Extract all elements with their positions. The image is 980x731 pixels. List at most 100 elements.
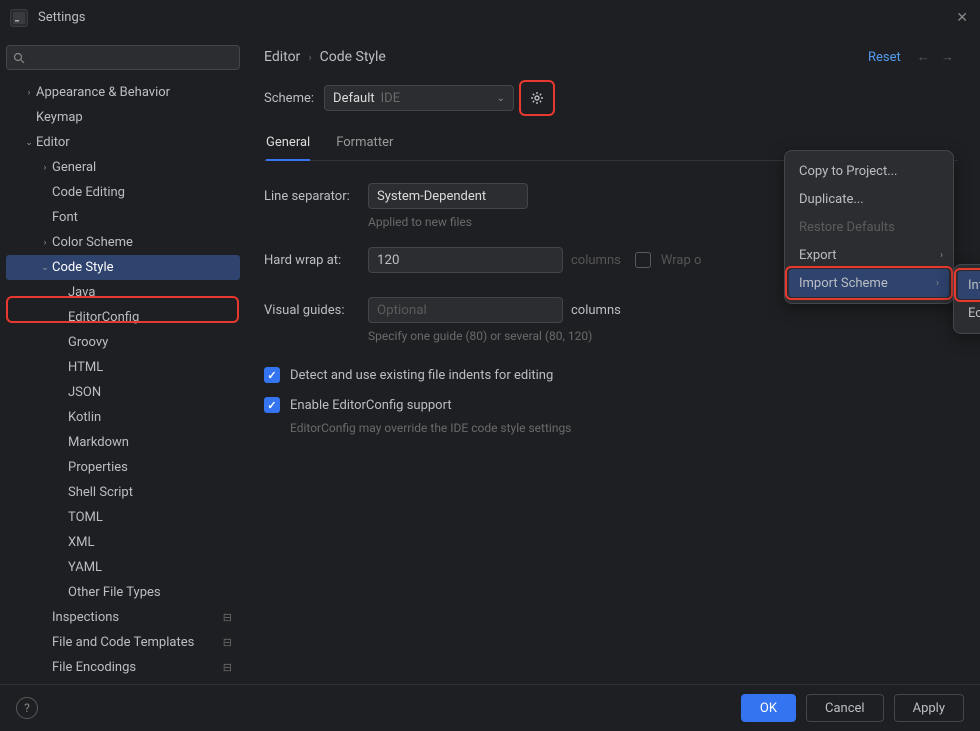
settings-tree: ›Appearance & BehaviorKeymap⌄Editor›Gene… <box>6 80 240 680</box>
menu-item-label: Eclipse XML Profile <box>968 306 980 321</box>
detect-indents-checkbox[interactable]: ✓ <box>264 367 280 383</box>
tree-item-label: YAML <box>68 560 102 575</box>
tree-item-label: File and Code Templates <box>52 635 194 650</box>
chevron-right-icon: › <box>940 250 943 261</box>
help-button[interactable]: ? <box>16 697 38 719</box>
ok-button[interactable]: OK <box>741 694 796 722</box>
highlight-box <box>519 80 555 116</box>
tree-item-other-file-types[interactable]: Other File Types <box>6 580 240 605</box>
tree-item-html[interactable]: HTML <box>6 355 240 380</box>
line-separator-value: System-Dependent <box>377 189 486 204</box>
tree-item-general[interactable]: ›General <box>6 155 240 180</box>
tree-item-toml[interactable]: TOML <box>6 505 240 530</box>
tree-item-label: EditorConfig <box>68 310 139 325</box>
scheme-actions-menu: Copy to Project...Duplicate...Restore De… <box>784 150 954 304</box>
breadcrumb: Editor › Code Style <box>264 49 958 65</box>
editorconfig-checkbox[interactable]: ✓ <box>264 397 280 413</box>
chevron-right-icon: › <box>38 163 52 173</box>
menu-item-label: Copy to Project... <box>799 164 897 179</box>
tree-item-label: Shell Script <box>68 485 133 500</box>
tree-item-json[interactable]: JSON <box>6 380 240 405</box>
tree-item-label: Font <box>52 210 78 225</box>
scheme-menu-duplicate-[interactable]: Duplicate... <box>785 185 953 213</box>
tree-item-label: File Encodings <box>52 660 136 675</box>
tree-item-properties[interactable]: Properties <box>6 455 240 480</box>
tree-item-file-and-code-templates[interactable]: File and Code Templates ⊟ <box>6 630 240 655</box>
columns-label-2: columns <box>571 303 621 318</box>
scheme-label: Scheme: <box>264 91 314 106</box>
tree-item-label: Inspections <box>52 610 119 625</box>
close-icon[interactable]: ✕ <box>956 10 968 26</box>
reset-link[interactable]: Reset <box>868 50 901 65</box>
scheme-menu-copy-to-project-[interactable]: Copy to Project... <box>785 157 953 185</box>
tree-item-xml[interactable]: XML <box>6 530 240 555</box>
tree-item-shell-script[interactable]: Shell Script <box>6 480 240 505</box>
wrap-on-typing-label: Wrap o <box>661 253 702 268</box>
tree-item-code-style[interactable]: ⌄Code Style <box>6 255 240 280</box>
tree-item-label: TOML <box>68 510 103 525</box>
hard-wrap-label: Hard wrap at: <box>264 253 368 268</box>
visual-guides-input[interactable] <box>368 297 563 323</box>
tree-item-editor[interactable]: ⌄Editor <box>6 130 240 155</box>
project-scope-icon: ⊟ <box>223 611 232 624</box>
import-menu-eclipse-xml-profile[interactable]: Eclipse XML Profile <box>954 299 980 327</box>
back-arrow-icon[interactable]: ← <box>917 50 930 65</box>
title-bar: Settings ✕ <box>0 0 980 35</box>
forward-arrow-icon[interactable]: → <box>941 50 954 65</box>
tree-item-java[interactable]: Java <box>6 280 240 305</box>
breadcrumb-code-style: Code Style <box>320 49 386 65</box>
tree-item-code-editing[interactable]: Code Editing <box>6 180 240 205</box>
tree-item-label: Properties <box>68 460 128 475</box>
tree-item-label: Editor <box>36 135 70 150</box>
chevron-right-icon: › <box>22 88 36 98</box>
import-menu-intellij-idea-code-style-xml[interactable]: IntelliJ IDEA code style XML <box>958 271 980 299</box>
chevron-right-icon: › <box>38 238 52 248</box>
tree-item-font[interactable]: Font <box>6 205 240 230</box>
breadcrumb-editor[interactable]: Editor <box>264 49 300 65</box>
tree-item-color-scheme[interactable]: ›Color Scheme <box>6 230 240 255</box>
import-scheme-submenu: IntelliJ IDEA code style XML Eclipse XML … <box>953 264 980 334</box>
scheme-dropdown[interactable]: Default IDE ⌄ <box>324 85 514 111</box>
scheme-menu-export[interactable]: Export › <box>785 241 953 269</box>
search-input[interactable] <box>29 50 233 65</box>
tree-item-label: Code Style <box>52 260 114 275</box>
tree-item-label: Keymap <box>36 110 83 125</box>
project-scope-icon: ⊟ <box>223 661 232 674</box>
chevron-right-icon: › <box>308 51 311 64</box>
search-input-wrapper[interactable] <box>6 45 240 70</box>
app-logo-icon <box>10 9 28 27</box>
tree-item-label: Other File Types <box>68 585 161 600</box>
chevron-down-icon: ⌄ <box>38 263 52 273</box>
tree-item-label: General <box>52 160 96 175</box>
tree-item-label: Appearance & Behavior <box>36 85 170 100</box>
search-icon <box>13 52 25 64</box>
tree-item-keymap[interactable]: Keymap <box>6 105 240 130</box>
window-title: Settings <box>38 10 85 25</box>
tree-item-kotlin[interactable]: Kotlin <box>6 405 240 430</box>
scheme-gear-button[interactable] <box>524 85 550 111</box>
line-separator-dropdown[interactable]: System-Dependent <box>368 183 528 209</box>
tab-general[interactable]: General <box>266 135 310 160</box>
hard-wrap-input[interactable] <box>368 247 563 273</box>
tab-formatter[interactable]: Formatter <box>336 135 393 160</box>
scheme-value: Default <box>333 91 375 106</box>
tree-item-yaml[interactable]: YAML <box>6 555 240 580</box>
tree-item-label: JSON <box>68 385 101 400</box>
menu-item-label: Export <box>799 248 837 263</box>
settings-sidebar: ›Appearance & BehaviorKeymap⌄Editor›Gene… <box>0 35 246 684</box>
tree-item-inspections[interactable]: Inspections ⊟ <box>6 605 240 630</box>
tree-item-appearance-behavior[interactable]: ›Appearance & Behavior <box>6 80 240 105</box>
apply-button[interactable]: Apply <box>894 694 964 722</box>
tree-item-markdown[interactable]: Markdown <box>6 430 240 455</box>
nav-arrows: ← → <box>913 49 958 65</box>
tree-item-groovy[interactable]: Groovy <box>6 330 240 355</box>
project-scope-icon: ⊟ <box>223 636 232 649</box>
menu-item-label: Duplicate... <box>799 192 864 207</box>
detect-indents-label: Detect and use existing file indents for… <box>290 368 553 383</box>
chevron-down-icon: ⌄ <box>497 93 505 104</box>
tree-item-file-encodings[interactable]: File Encodings ⊟ <box>6 655 240 680</box>
scheme-menu-import-scheme[interactable]: Import Scheme› <box>789 269 949 297</box>
cancel-button[interactable]: Cancel <box>806 694 884 722</box>
tree-item-editorconfig[interactable]: EditorConfig <box>6 305 240 330</box>
wrap-on-typing-checkbox[interactable] <box>635 252 651 268</box>
